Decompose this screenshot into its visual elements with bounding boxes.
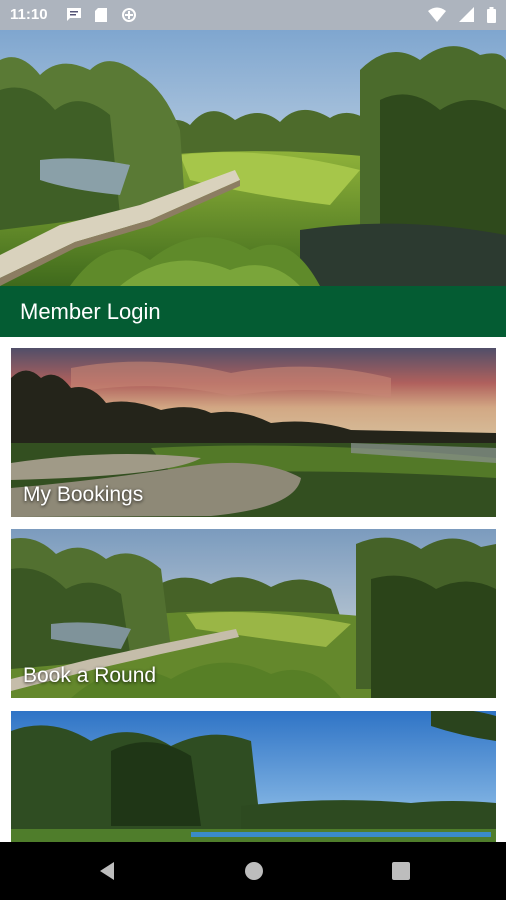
member-login-button[interactable]: Member Login [0, 286, 506, 337]
status-system-icons [428, 7, 496, 23]
book-a-round-card[interactable]: Book a Round [11, 529, 496, 698]
my-bookings-label: My Bookings [23, 483, 144, 506]
member-login-label: Member Login [20, 299, 161, 324]
home-icon[interactable] [243, 860, 265, 882]
book-a-round-label: Book a Round [23, 664, 157, 687]
status-bar: 11:10 [0, 0, 506, 30]
recents-icon[interactable] [390, 860, 412, 882]
sd-card-icon [95, 8, 108, 22]
my-bookings-card[interactable]: My Bookings [11, 348, 496, 517]
data-saver-icon [121, 8, 136, 22]
battery-icon [487, 7, 496, 23]
status-notification-icons [66, 7, 145, 23]
course-info-card[interactable] [11, 711, 496, 842]
hero-image [0, 30, 506, 286]
message-icon [67, 8, 81, 21]
signal-icon [458, 7, 474, 22]
wifi-icon [428, 7, 447, 22]
navigation-bar [0, 842, 506, 900]
back-icon[interactable] [96, 860, 118, 882]
status-time: 11:10 [10, 6, 48, 23]
blue-sky-fairway-photo [11, 711, 496, 842]
